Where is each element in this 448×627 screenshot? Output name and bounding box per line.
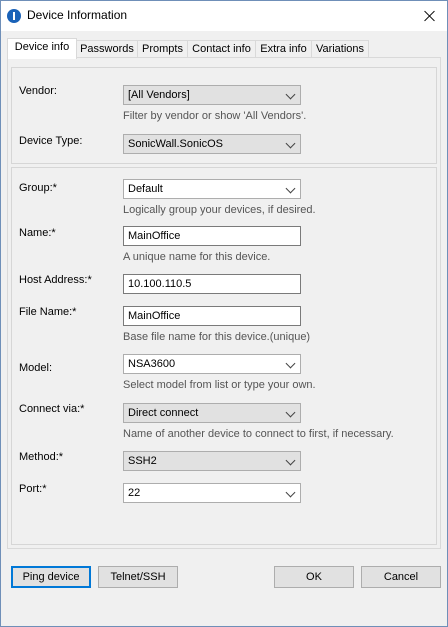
vendor-value: [All Vendors] bbox=[128, 89, 190, 101]
port-label: Port:* bbox=[19, 483, 47, 495]
tab-contact-info[interactable]: Contact info bbox=[187, 40, 256, 57]
vendor-section: Vendor: [All Vendors] Filter by vendor o… bbox=[11, 67, 437, 164]
connect-via-select[interactable]: Direct connect bbox=[123, 403, 301, 423]
file-name-hint: Base file name for this device.(unique) bbox=[123, 331, 311, 343]
model-value: NSA3600 bbox=[128, 358, 176, 370]
vendor-label: Vendor: bbox=[19, 85, 57, 97]
info-icon bbox=[7, 9, 21, 23]
device-type-select[interactable]: SonicWall.SonicOS bbox=[123, 134, 301, 154]
host-address-field[interactable]: 10.100.110.5 bbox=[123, 274, 301, 294]
model-select[interactable]: NSA3600 bbox=[123, 354, 301, 374]
connect-via-hint: Name of another device to connect to fir… bbox=[123, 428, 394, 440]
cancel-button[interactable]: Cancel bbox=[361, 566, 441, 588]
vendor-select[interactable]: [All Vendors] bbox=[123, 85, 301, 105]
device-type-value: SonicWall.SonicOS bbox=[128, 138, 223, 150]
window-title: Device Information bbox=[27, 8, 128, 22]
tab-prompts[interactable]: Prompts bbox=[137, 40, 188, 57]
port-value: 22 bbox=[128, 487, 141, 499]
port-select[interactable]: 22 bbox=[123, 483, 301, 503]
chevron-down-icon bbox=[285, 138, 296, 149]
group-value: Default bbox=[128, 183, 163, 195]
device-information-window: Device Information Device info Passwords… bbox=[0, 0, 448, 627]
tab-passwords[interactable]: Passwords bbox=[76, 40, 138, 57]
method-select[interactable]: SSH2 bbox=[123, 451, 301, 471]
ok-button[interactable]: OK bbox=[274, 566, 354, 588]
chevron-down-icon bbox=[285, 89, 296, 100]
tab-device-info[interactable]: Device info bbox=[7, 38, 77, 59]
model-hint: Select model from list or type your own. bbox=[123, 379, 316, 391]
group-hint: Logically group your devices, if desired… bbox=[123, 204, 316, 216]
connect-via-label: Connect via:* bbox=[19, 403, 85, 415]
name-label: Name:* bbox=[19, 227, 56, 239]
group-label: Group:* bbox=[19, 182, 57, 194]
vendor-hint: Filter by vendor or show 'All Vendors'. bbox=[123, 110, 307, 122]
file-name-field[interactable]: MainOffice bbox=[123, 306, 301, 326]
name-field[interactable]: MainOffice bbox=[123, 226, 301, 246]
close-icon[interactable] bbox=[413, 1, 447, 31]
group-select[interactable]: Default bbox=[123, 179, 301, 199]
method-label: Method:* bbox=[19, 451, 64, 463]
method-value: SSH2 bbox=[128, 455, 157, 467]
device-type-label: Device Type: bbox=[19, 135, 83, 147]
chevron-down-icon bbox=[285, 183, 296, 194]
name-hint: A unique name for this device. bbox=[123, 251, 271, 263]
chevron-down-icon bbox=[285, 455, 296, 466]
telnet-ssh-button[interactable]: Telnet/SSH bbox=[98, 566, 178, 588]
tab-variations[interactable]: Variations bbox=[311, 40, 369, 57]
chevron-down-icon bbox=[285, 358, 296, 369]
chevron-down-icon bbox=[285, 407, 296, 418]
title-bar: Device Information bbox=[1, 1, 447, 31]
file-name-label: File Name:* bbox=[19, 306, 77, 318]
model-label: Model: bbox=[19, 362, 53, 374]
connect-via-value: Direct connect bbox=[128, 407, 199, 419]
device-details-section: Group:* Default Logically group your dev… bbox=[11, 167, 437, 545]
tab-extra-info[interactable]: Extra info bbox=[255, 40, 312, 57]
chevron-down-icon bbox=[285, 487, 296, 498]
device-info-panel: Vendor: [All Vendors] Filter by vendor o… bbox=[7, 57, 441, 549]
host-address-label: Host Address:* bbox=[19, 274, 92, 286]
ping-device-button[interactable]: Ping device bbox=[11, 566, 91, 588]
